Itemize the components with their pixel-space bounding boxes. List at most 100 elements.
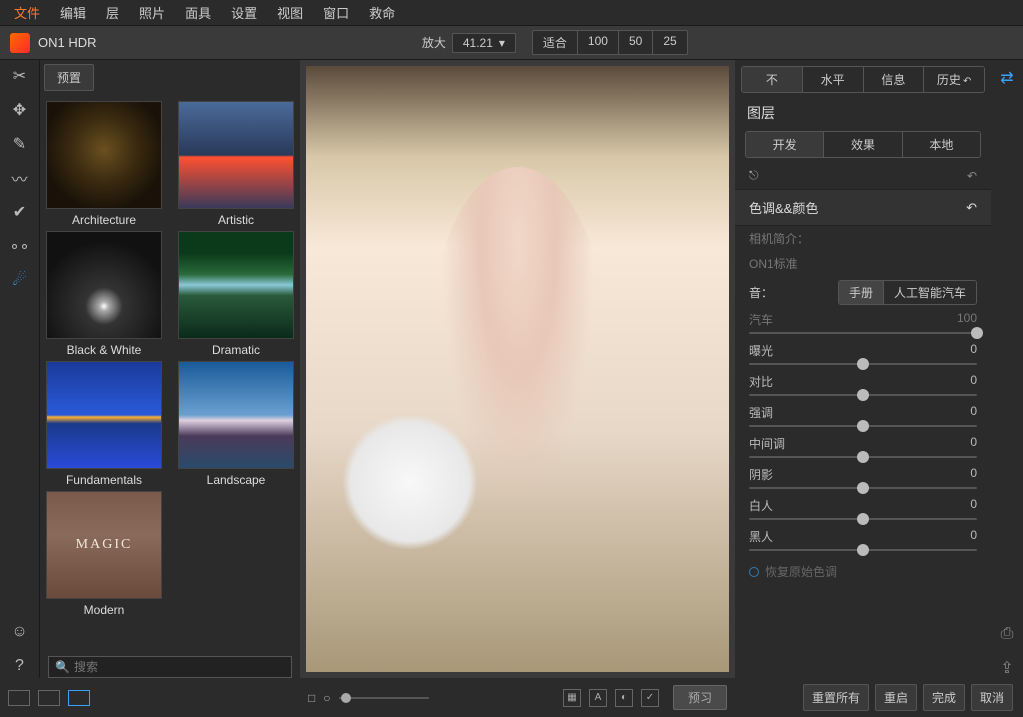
preset-landscape[interactable]: Landscape	[174, 361, 298, 487]
view-mode-compare[interactable]	[68, 690, 90, 706]
action-重置所有[interactable]: 重置所有	[803, 684, 869, 711]
slider-track[interactable]	[749, 425, 977, 427]
menu-救命[interactable]: 救命	[359, 0, 405, 26]
tone-label: 音：	[749, 284, 773, 301]
zoom-btn-25[interactable]: 25	[652, 31, 686, 54]
tool-strip: ✂ ✥ ✎ 〰 ✔ ∘∘ ☄ ☺ ?	[0, 60, 40, 678]
slider-thumb[interactable]	[857, 420, 869, 432]
clone-tool-icon[interactable]: ✔	[8, 200, 32, 224]
main-tab-1[interactable]: 水平	[802, 67, 863, 92]
zoom-buttons: 适合1005025	[532, 30, 688, 55]
check-icon[interactable]: ✓	[641, 689, 659, 707]
zoom-btn-50[interactable]: 50	[618, 31, 652, 54]
preset-black-&-white[interactable]: Black & White	[42, 231, 166, 357]
help-icon[interactable]: ?	[8, 654, 32, 678]
menu-层[interactable]: 层	[96, 0, 129, 26]
menu-视图[interactable]: 视图	[267, 0, 313, 26]
link-tool-icon[interactable]: ∘∘	[8, 234, 32, 258]
slider-thumb[interactable]	[857, 482, 869, 494]
crop-tool-icon[interactable]: ✂	[8, 64, 32, 88]
slider-track[interactable]	[749, 394, 977, 396]
view-mode-split[interactable]	[38, 690, 60, 706]
image-canvas[interactable]	[306, 66, 729, 672]
preset-architecture[interactable]: Architecture	[42, 101, 166, 227]
right-sub-tabs: 开发效果本地	[745, 131, 981, 158]
menu-编辑[interactable]: 编辑	[50, 0, 96, 26]
preset-artistic[interactable]: Artistic	[174, 101, 298, 227]
action-取消[interactable]: 取消	[971, 684, 1013, 711]
right-main-tabs: 不水平信息历史↶	[741, 66, 985, 93]
user-icon[interactable]: ☺	[8, 620, 32, 644]
circle-icon[interactable]: ○	[323, 691, 330, 705]
camera-profile-label: 相机简介：	[735, 226, 991, 251]
far-right-strip: ⇄ ⎙ ⇪	[991, 60, 1023, 678]
slider-track[interactable]	[749, 363, 977, 365]
grid-toggle-icon[interactable]: ▦	[563, 689, 581, 707]
menu-设置[interactable]: 设置	[221, 0, 267, 26]
canvas-content	[428, 167, 608, 547]
view-mode-single[interactable]	[8, 690, 30, 706]
mask-icon[interactable]: ◐	[615, 689, 633, 707]
slider-track[interactable]	[749, 487, 977, 489]
slider-thumb[interactable]	[857, 513, 869, 525]
tone-btn-0[interactable]: 手册	[839, 281, 883, 304]
undo-icon[interactable]: ↶	[967, 169, 977, 183]
sub-tab-开发[interactable]: 开发	[746, 132, 823, 157]
menu-面具[interactable]: 面具	[175, 0, 221, 26]
slider-thumb[interactable]	[341, 693, 351, 703]
search-tool-icon[interactable]: ☄	[8, 268, 32, 292]
retouch-tool-icon[interactable]: 〰	[8, 166, 32, 190]
slider-track[interactable]	[749, 332, 977, 334]
share-icon[interactable]: ⇪	[997, 658, 1017, 678]
bottom-bar: □ ○ ▦ A ◐ ✓ 预习 重置所有重启完成取消	[0, 678, 1023, 717]
preview-button[interactable]: 预习	[673, 685, 727, 710]
tone-btn-1[interactable]: 人工智能汽车	[883, 281, 976, 304]
slider-thumb[interactable]	[971, 327, 983, 339]
slider-track[interactable]	[749, 456, 977, 458]
bottom-slider[interactable]	[339, 697, 429, 699]
menu-窗口[interactable]: 窗口	[313, 0, 359, 26]
slider-track[interactable]	[749, 549, 977, 551]
section-tone-color[interactable]: 色调&&颜色 ↶	[735, 189, 991, 226]
preset-fundamentals[interactable]: Fundamentals	[42, 361, 166, 487]
export-icon[interactable]: ⎋	[749, 168, 759, 183]
sub-tab-效果[interactable]: 效果	[823, 132, 901, 157]
menu-文件[interactable]: 文件	[4, 0, 50, 26]
slider-thumb[interactable]	[857, 389, 869, 401]
text-a-icon[interactable]: A	[589, 689, 607, 707]
sub-tab-本地[interactable]: 本地	[902, 132, 980, 157]
preset-header-tab[interactable]: 预置	[44, 64, 94, 91]
app-name: ON1 HDR	[38, 35, 97, 50]
slider-thumb[interactable]	[857, 358, 869, 370]
action-重启[interactable]: 重启	[875, 684, 917, 711]
preset-search-input[interactable]	[74, 660, 285, 674]
preset-modern[interactable]: MAGICModern	[42, 491, 166, 617]
preset-thumb	[46, 361, 162, 469]
slider-黑人: 黑人0	[735, 526, 991, 557]
undo-icon[interactable]: ↶	[966, 200, 977, 216]
main-tab-0[interactable]: 不	[742, 67, 802, 92]
preset-dramatic[interactable]: Dramatic	[174, 231, 298, 357]
preset-label: Fundamentals	[42, 473, 166, 487]
print-icon[interactable]: ⎙	[997, 624, 1017, 644]
brush-tool-icon[interactable]: ✎	[8, 132, 32, 156]
preset-search-box[interactable]: 🔍	[48, 656, 292, 678]
menu-照片[interactable]: 照片	[129, 0, 175, 26]
settings-icon[interactable]: ⇄	[997, 68, 1017, 88]
radio-icon	[749, 567, 759, 577]
slider-track[interactable]	[749, 518, 977, 520]
main-tab-3[interactable]: 历史↶	[923, 67, 984, 92]
zoom-label: 放大	[422, 34, 446, 51]
action-完成[interactable]: 完成	[923, 684, 965, 711]
zoom-btn-100[interactable]: 100	[577, 31, 618, 54]
preset-thumb	[46, 101, 162, 209]
slider-thumb[interactable]	[857, 451, 869, 463]
zoom-value-dropdown[interactable]: 41.21 ▾	[452, 33, 516, 53]
slider-thumb[interactable]	[857, 544, 869, 556]
move-tool-icon[interactable]: ✥	[8, 98, 32, 122]
zoom-btn-适合[interactable]: 适合	[533, 31, 577, 54]
restore-original-tone[interactable]: 恢复原始色调	[735, 557, 991, 586]
square-icon[interactable]: □	[308, 691, 315, 705]
main-tab-2[interactable]: 信息	[863, 67, 924, 92]
bottom-actions: 重置所有重启完成取消	[735, 678, 1023, 717]
